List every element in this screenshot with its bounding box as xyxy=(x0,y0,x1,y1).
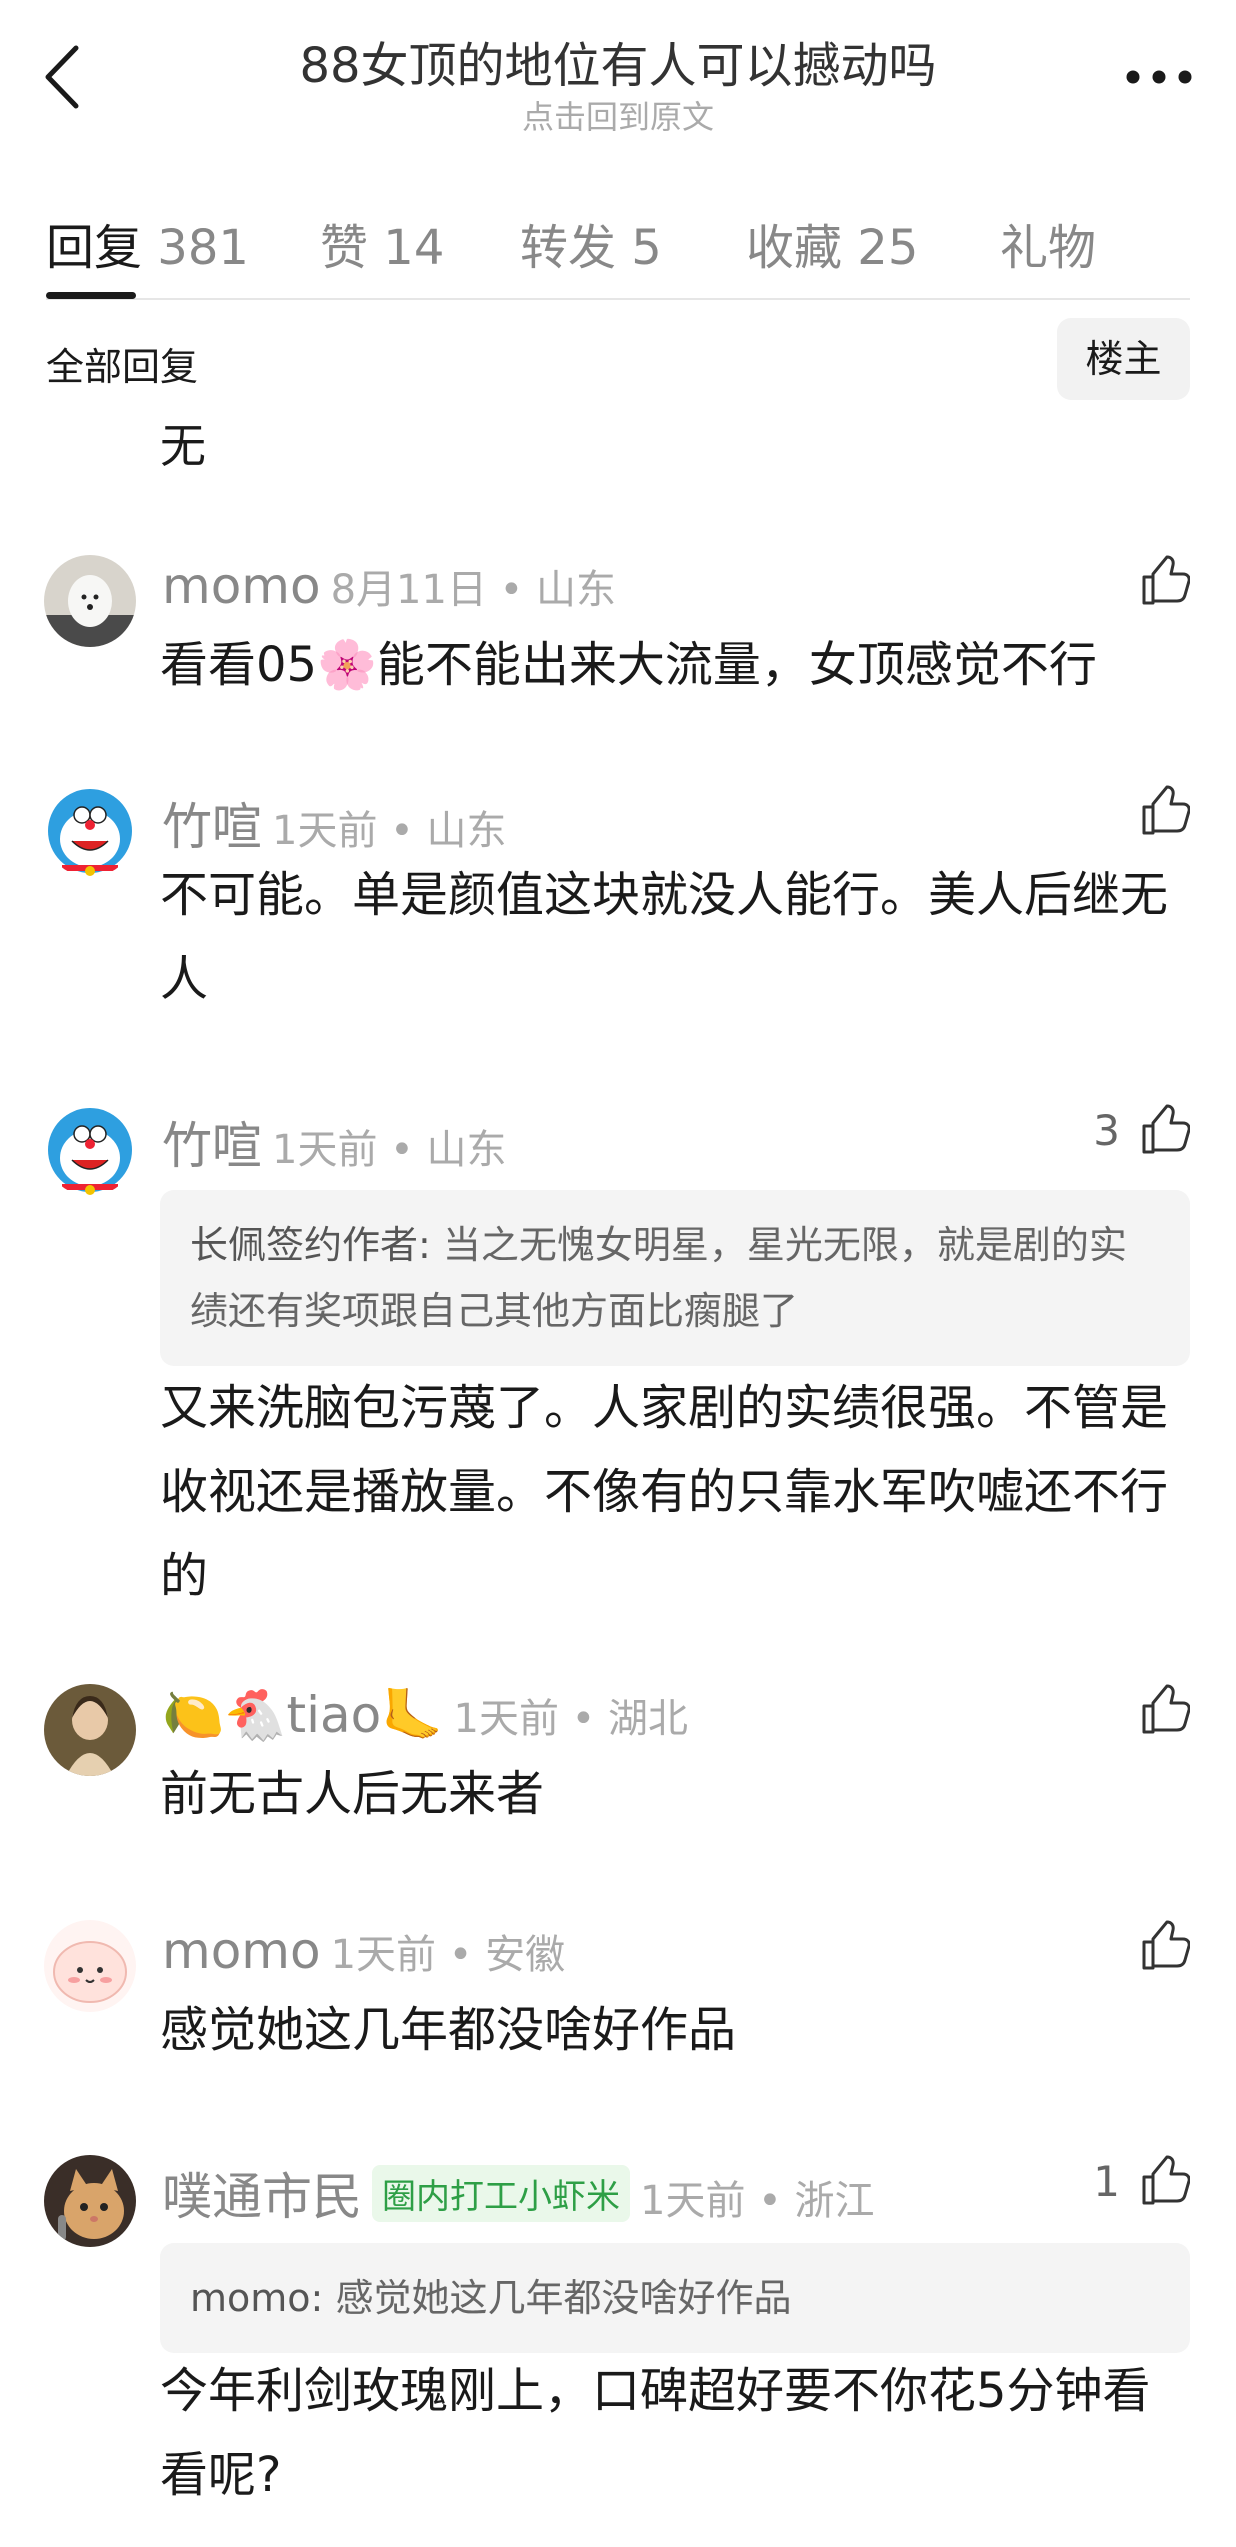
quote-author: 长佩签约作者: xyxy=(190,1223,431,1267)
active-tab-indicator xyxy=(46,292,136,299)
tab-likes[interactable]: 赞 14 xyxy=(320,208,444,278)
username[interactable]: momo xyxy=(162,1922,321,1980)
comment-meta: 竹喧 1天前 • 山东 xyxy=(162,1106,506,1178)
post-title[interactable]: 88女顶的地位有人可以撼动吗 xyxy=(0,26,1236,96)
like-button[interactable] xyxy=(1050,555,1190,615)
username[interactable]: momo xyxy=(162,557,321,615)
tab-reposts-label: 转发 xyxy=(520,220,617,276)
quote-author: momo: xyxy=(190,2276,324,2320)
username[interactable]: 竹喧 xyxy=(162,1117,262,1175)
comment-text: 今年利剑玫瑰刚上，口碑超好要不你花5分钟看看呢? xyxy=(160,2363,1151,2503)
timestamp-location: 1天前 • 山东 xyxy=(272,808,507,854)
comment-meta: 竹喧 1天前 • 山东 xyxy=(162,787,506,859)
timestamp-location: 1天前 • 山东 xyxy=(272,1127,507,1173)
like-button[interactable] xyxy=(1050,1684,1190,1744)
thumbs-up-icon xyxy=(1142,2155,1190,2205)
avatar[interactable] xyxy=(44,785,136,877)
tab-favorites-label: 收藏 xyxy=(746,220,843,276)
avatar[interactable] xyxy=(44,1684,136,1776)
username[interactable]: 🍋🐔tiao🦶 xyxy=(162,1686,444,1744)
tab-replies-count: 381 xyxy=(157,220,249,276)
more-icon[interactable] xyxy=(1124,60,1194,94)
tab-reposts-count: 5 xyxy=(631,220,662,276)
quote-text: 感觉她这几年都没啥好作品 xyxy=(335,2276,792,2320)
truncated-comment-text: 无 xyxy=(160,419,206,473)
comment-meta: 噗通市民 圈内打工小虾米 1天前 • 浙江 xyxy=(162,2157,874,2229)
like-button[interactable]: 1 xyxy=(1050,2155,1190,2215)
tab-reposts[interactable]: 转发 5 xyxy=(520,208,662,278)
thumbs-up-icon xyxy=(1142,785,1190,835)
username[interactable]: 噗通市民 xyxy=(162,2168,362,2226)
tab-replies[interactable]: 回复 381 xyxy=(46,208,249,278)
thumbs-up-icon xyxy=(1142,1920,1190,1970)
thumbs-up-icon xyxy=(1142,555,1190,605)
like-button[interactable] xyxy=(1050,785,1190,845)
tab-gifts-label: 礼物 xyxy=(1000,220,1097,276)
quoted-reply[interactable]: momo: 感觉她这几年都没啥好作品 xyxy=(160,2243,1190,2353)
username[interactable]: 竹喧 xyxy=(162,798,262,856)
user-title-badge: 圈内打工小虾米 xyxy=(372,2165,630,2222)
comment-meta: 🍋🐔tiao🦶 1天前 • 湖北 xyxy=(162,1686,688,1745)
timestamp-location: 1天前 • 安徽 xyxy=(330,1932,566,1978)
avatar[interactable] xyxy=(44,555,136,647)
thumbs-up-icon xyxy=(1142,1684,1190,1734)
avatar[interactable] xyxy=(44,2155,136,2247)
op-only-button[interactable]: 楼主 xyxy=(1057,318,1190,400)
comment-text: 感觉她这几年都没啥好作品 xyxy=(160,2002,737,2058)
timestamp-location: 1天前 • 浙江 xyxy=(640,2178,875,2224)
like-button[interactable]: 3 xyxy=(1050,1104,1190,1164)
like-count: 3 xyxy=(1093,1106,1120,1155)
comment-text: 前无古人后无来者 xyxy=(160,1766,545,1822)
like-count: 1 xyxy=(1093,2157,1120,2206)
quoted-reply[interactable]: 长佩签约作者: 当之无愧女明星，星光无限，就是剧的实绩还有奖项跟自己其他方面比瘸… xyxy=(160,1190,1190,1366)
like-button[interactable] xyxy=(1050,1920,1190,1980)
comment-text: 又来洗脑包污蔑了。人家剧的实绩很强。不管是收视还是播放量。不像有的只靠水军吹嘘还… xyxy=(160,1380,1169,1604)
tab-gifts[interactable]: 礼物 xyxy=(1000,208,1096,278)
comment-meta: momo 8月11日 • 山东 xyxy=(162,557,616,615)
tab-likes-label: 赞 xyxy=(320,220,369,276)
comment-text: 不可能。单是颜值这块就没人能行。美人后继无人 xyxy=(160,867,1169,1007)
timestamp-location: 8月11日 • 山东 xyxy=(330,567,616,613)
tab-favorites[interactable]: 收藏 25 xyxy=(746,208,918,278)
comment-meta: momo 1天前 • 安徽 xyxy=(162,1922,565,1980)
comment-text: 看看05🌸能不能出来大流量，女顶感觉不行 xyxy=(160,637,1097,693)
timestamp-location: 1天前 • 湖北 xyxy=(453,1696,688,1742)
thumbs-up-icon xyxy=(1142,1104,1190,1154)
back-to-post-link[interactable]: 点击回到原文 xyxy=(0,92,1236,138)
tab-replies-label: 回复 xyxy=(46,220,143,276)
tab-likes-count: 14 xyxy=(383,220,445,276)
avatar[interactable] xyxy=(44,1920,136,2012)
top-bar: 88女顶的地位有人可以撼动吗 点击回到原文 xyxy=(0,0,1236,150)
tab-bar: 回复 381 赞 14 转发 5 收藏 25 礼物 xyxy=(46,200,1190,300)
all-replies-label: 全部回复 xyxy=(46,345,199,389)
avatar[interactable] xyxy=(44,1104,136,1196)
tab-favorites-count: 25 xyxy=(857,220,919,276)
